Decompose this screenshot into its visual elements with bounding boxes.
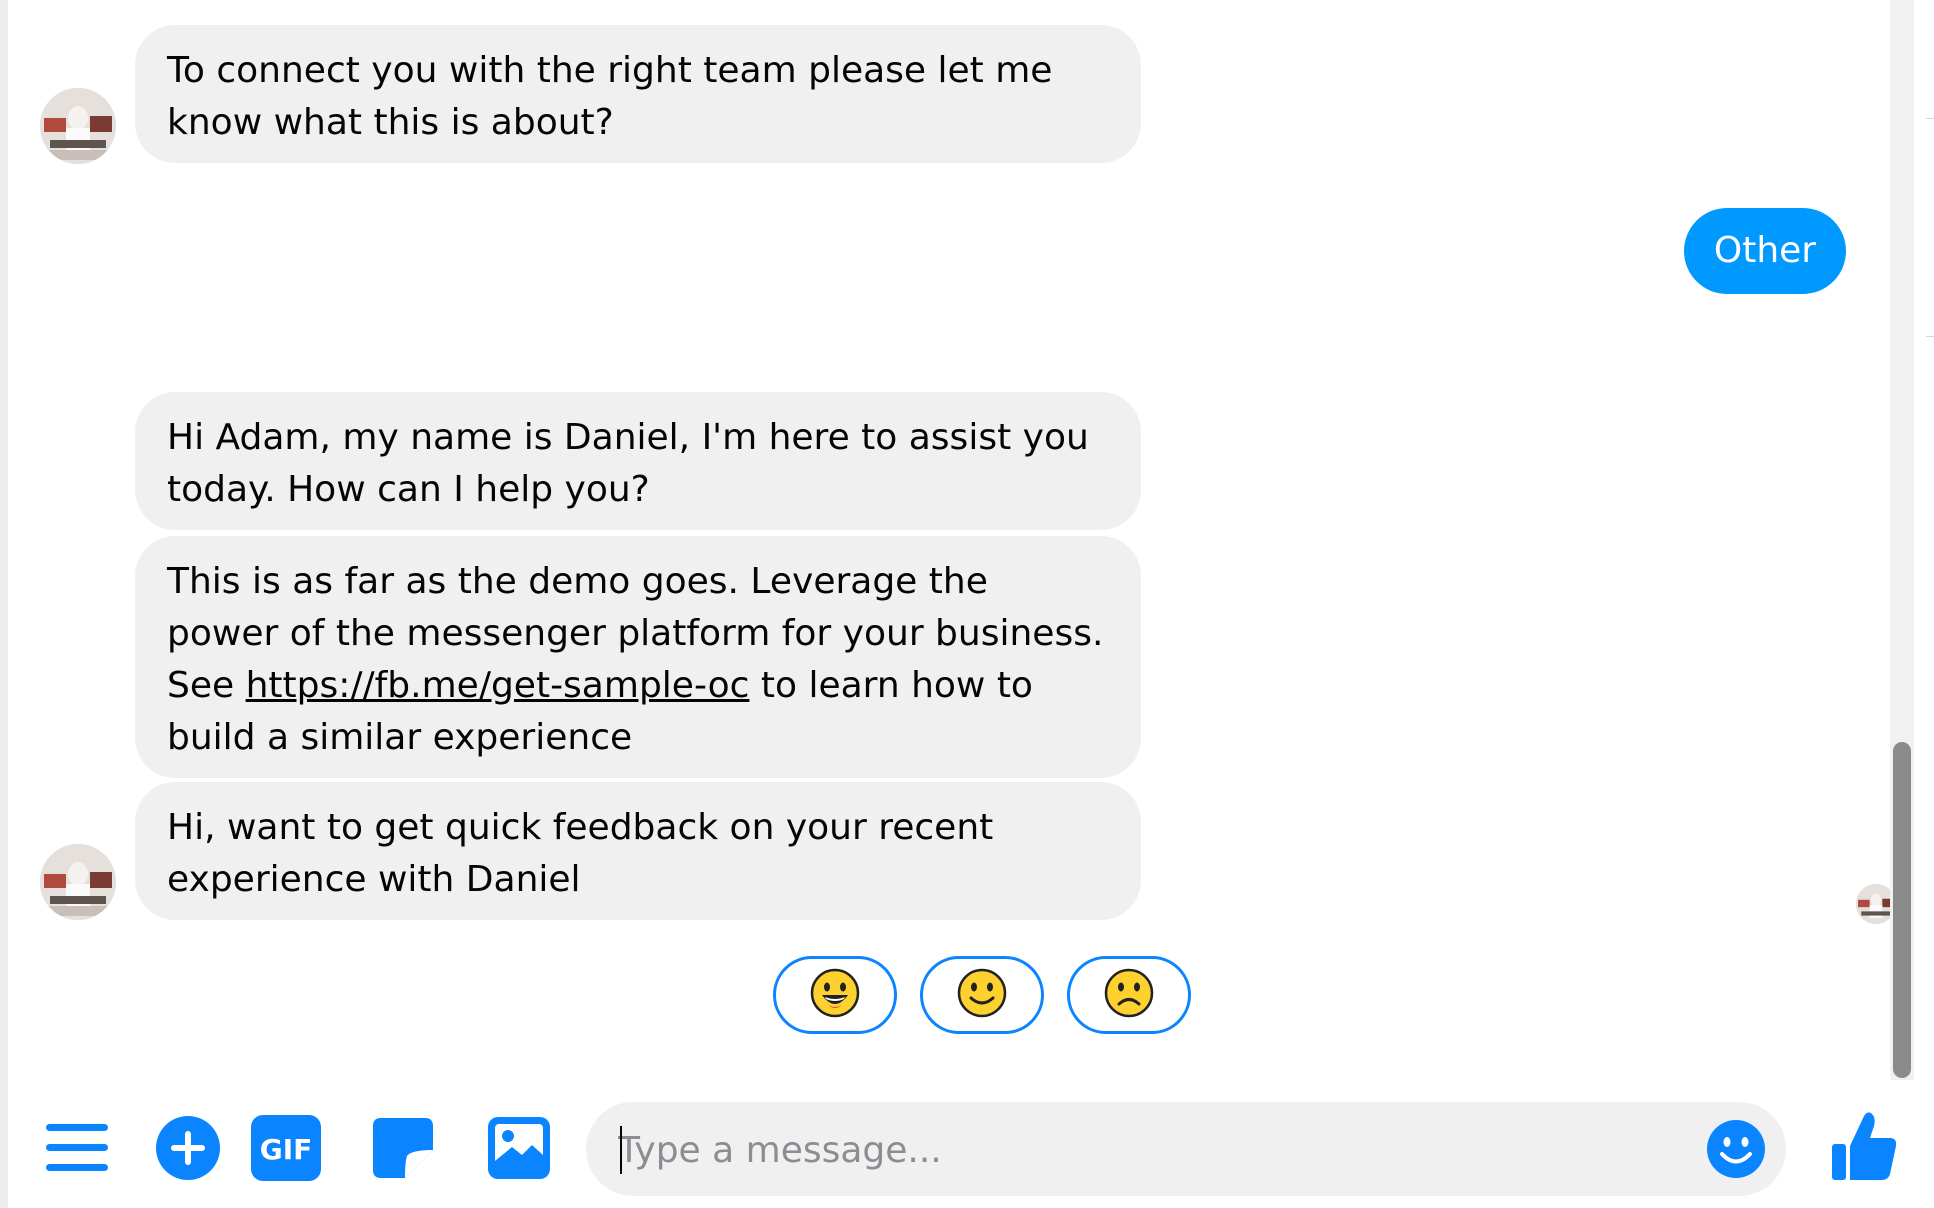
page-avatar <box>40 844 116 920</box>
slightly-frowning-face-icon <box>1103 967 1155 1023</box>
message-bubble: Hi Adam, my name is Daniel, I'm here to … <box>135 392 1141 530</box>
gif-label: GIF <box>260 1133 313 1166</box>
menu-icon <box>44 1122 110 1174</box>
sticker-button[interactable] <box>367 1112 439 1184</box>
like-button[interactable] <box>1826 1106 1902 1186</box>
message-composer <box>586 1102 1786 1196</box>
page-avatar <box>40 88 116 164</box>
menu-button[interactable] <box>41 1112 113 1184</box>
outgoing-message-bubble: Other <box>1684 208 1846 294</box>
message-input[interactable] <box>616 1116 1660 1184</box>
slightly-smiling-face-icon <box>956 967 1008 1023</box>
message-link[interactable]: https://fb.me/get-sample-oc <box>246 665 750 706</box>
gif-icon: GIF <box>251 1115 321 1181</box>
quick-reply-okay[interactable] <box>920 956 1044 1034</box>
message-text: Hi Adam, my name is Daniel, I'm here to … <box>167 417 1089 510</box>
message-bubble: Hi, want to get quick feedback on your r… <box>135 782 1141 920</box>
message-text: To connect you with the right team pleas… <box>167 50 1053 143</box>
text-cursor <box>620 1126 622 1174</box>
thumbs-up-icon <box>1830 1110 1898 1182</box>
message-bubble: This is as far as the demo goes. Leverag… <box>135 536 1141 778</box>
grinning-face-icon <box>809 967 861 1023</box>
add-icon <box>155 1115 221 1181</box>
gif-button[interactable]: GIF <box>250 1112 322 1184</box>
emoji-icon <box>1706 1120 1766 1183</box>
quick-reply-great[interactable] <box>773 956 897 1034</box>
sticker-icon <box>371 1116 435 1180</box>
message-text: Other <box>1713 230 1817 271</box>
image-icon <box>488 1117 550 1179</box>
image-button[interactable] <box>483 1112 555 1184</box>
emoji-button[interactable] <box>1706 1119 1766 1179</box>
message-bubble: To connect you with the right team pleas… <box>135 25 1141 163</box>
message-text: Hi, want to get quick feedback on your r… <box>167 807 994 900</box>
window-right-border <box>1922 0 1934 1208</box>
add-button[interactable] <box>152 1112 224 1184</box>
quick-reply-bad[interactable] <box>1067 956 1191 1034</box>
scrollbar-thumb[interactable] <box>1893 742 1911 1078</box>
window-left-border <box>0 0 8 1208</box>
